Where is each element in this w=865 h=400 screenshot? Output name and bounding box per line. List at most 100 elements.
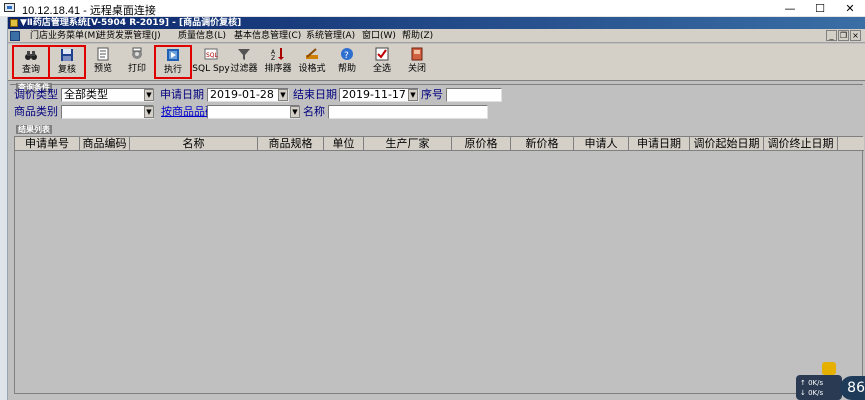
serial-label: 序号 [421,88,443,101]
menu-store-business[interactable]: 门店业务菜单(M) [30,30,99,42]
toolbar: 查询 复核 预览 打印 执行 SQL SQL Spy 过滤器 AZ 排序器 设格… [8,44,865,81]
sql-spy-icon: SQL [204,48,218,60]
help-button-label: 帮助 [337,64,356,74]
minimize-button[interactable]: — [775,0,805,17]
menu-quality-info[interactable]: 质量信息(L) [178,30,226,42]
select-all-button[interactable]: 全选 [363,45,401,79]
category-dropdown-icon[interactable]: ▼ [144,106,154,118]
review-button[interactable]: 复核 [48,45,86,79]
col-header-spec[interactable]: 商品规格 [258,137,324,151]
code-dropdown-icon[interactable]: ▼ [290,106,300,118]
col-header-unit[interactable]: 单位 [324,137,364,151]
remote-desktop-left-strip [0,17,8,400]
help-icon: ? [341,48,353,61]
query-button[interactable]: 查询 [12,45,50,79]
col-header-end-date[interactable]: 调价终止日期 [764,137,838,151]
print-button[interactable]: 打印 [118,45,156,79]
close-window-button[interactable]: ✕ [835,0,865,17]
results-grid[interactable]: 申请单号 商品编码 名称 商品规格 单位 生产厂家 原价格 新价格 申请人 申请… [14,136,864,394]
printer-icon [132,47,142,59]
col-header-apply-date[interactable]: 申请日期 [629,137,690,151]
category-label: 商品类别 [14,105,58,118]
col-header-applicant[interactable]: 申请人 [574,137,629,151]
menu-purchase-invoice[interactable]: 进货发票管理(J) [97,30,161,42]
floppy-disk-icon [61,49,73,61]
select-all-button-label: 全选 [372,64,391,74]
svg-text:Z: Z [271,55,275,61]
filter-button[interactable]: 过滤器 [225,45,263,79]
menu-basic-info[interactable]: 基本信息管理(C) [234,30,301,42]
end-date-dropdown-icon[interactable]: ▼ [408,89,418,101]
query-panel: 查询条件 调价类型 全部类型 ▼ 申请日期 2019-01-28 ▼ 结束日期 … [10,83,863,123]
col-header-apply-no[interactable]: 申请单号 [15,137,80,151]
mdi-close-button[interactable]: × [850,30,861,41]
mdi-minimize-button[interactable]: _ [826,30,837,41]
col-header-name[interactable]: 名称 [130,137,258,151]
assistant-mascot-icon[interactable] [822,362,836,375]
result-panel: 结果列表 申请单号 商品编码 名称 商品规格 单位 生产厂家 原价格 新价格 申… [10,125,864,400]
preview-icon [97,47,109,61]
grid-header: 申请单号 商品编码 名称 商品规格 单位 生产厂家 原价格 新价格 申请人 申请… [15,137,864,151]
col-header-old-price[interactable]: 原价格 [452,137,511,151]
col-header-product-code[interactable]: 商品编码 [80,137,130,151]
code-field[interactable] [207,105,300,119]
sorter-button[interactable]: AZ 排序器 [259,45,297,79]
download-speed: ↓ 0K/s [800,389,824,397]
price-type-select[interactable]: 全部类型 [61,88,154,102]
menu-bar: 门店业务菜单(M) 进货发票管理(J) 质量信息(L) 基本信息管理(C) 系统… [8,29,865,43]
mdi-restore-button[interactable]: ❐ [838,30,849,41]
name-label: 名称 [303,105,325,118]
name-field[interactable] [328,105,488,119]
print-button-label: 打印 [127,64,146,74]
set-format-button[interactable]: 设格式 [293,45,331,79]
menu-window[interactable]: 窗口(W) [362,30,396,42]
svg-text:SQL: SQL [206,52,218,59]
col-header-manufacturer[interactable]: 生产厂家 [364,137,452,151]
results-section-title: 结果列表 [16,125,52,134]
sort-icon: AZ [271,48,284,61]
binoculars-icon [25,51,37,60]
remote-desktop-title: 10.12.18.41 - 远程桌面连接 [22,5,156,17]
category-select[interactable] [61,105,154,119]
check-all-icon [375,47,389,61]
end-date-field[interactable]: 2019-11-17 [339,88,419,102]
speed-badge[interactable]: 86 [840,376,865,400]
price-type-label: 调价类型 [14,88,58,101]
app-logo-icon [10,19,18,27]
preview-button-label: 预览 [93,64,112,74]
apply-date-field[interactable]: 2019-01-28 [207,88,289,102]
format-icon [306,48,318,59]
price-type-dropdown-icon[interactable]: ▼ [144,89,154,101]
execute-button[interactable]: 执行 [154,45,192,79]
close-button-label: 关闭 [407,64,426,74]
sorter-button-label: 排序器 [264,64,292,74]
app-window: ▼Ⅱ药店管理系统[V-5904 R-2019] - [商品调价复核] 门店业务菜… [8,17,865,400]
menu-system-admin[interactable]: 系统管理(A) [306,30,355,42]
maximize-button[interactable]: ☐ [805,0,835,17]
execute-icon [167,49,179,61]
close-button[interactable]: 关闭 [398,45,436,79]
filter-button-label: 过滤器 [230,64,258,74]
query-button-label: 查询 [21,65,40,75]
upload-speed: ↑ 0K/s [800,379,824,387]
apply-date-dropdown-icon[interactable]: ▼ [278,89,288,101]
app-title: ▼Ⅱ药店管理系统[V-5904 R-2019] - [商品调价复核] [20,18,242,28]
col-header-new-price[interactable]: 新价格 [511,137,574,151]
preview-button[interactable]: 预览 [84,45,122,79]
menu-help[interactable]: 帮助(Z) [402,30,433,42]
review-button-label: 复核 [57,65,76,75]
execute-button-label: 执行 [163,65,182,75]
serial-field[interactable] [446,88,502,102]
app-titlebar: ▼Ⅱ药店管理系统[V-5904 R-2019] - [商品调价复核] [8,17,865,29]
funnel-icon [238,49,250,60]
set-format-button-label: 设格式 [298,64,326,74]
apply-date-label: 申请日期 [160,88,204,101]
network-speed-widget: ↑ 0K/s ↓ 0K/s [796,375,842,400]
remote-desktop-titlebar: 10.12.18.41 - 远程桌面连接 — ☐ ✕ [0,0,865,17]
end-date-label: 结束日期 [293,88,337,101]
help-button[interactable]: ? 帮助 [328,45,366,79]
close-door-icon [411,47,423,61]
col-header-start-date[interactable]: 调价起始日期 [690,137,764,151]
svg-text:?: ? [344,51,349,61]
mdi-child-icon[interactable] [10,31,20,41]
